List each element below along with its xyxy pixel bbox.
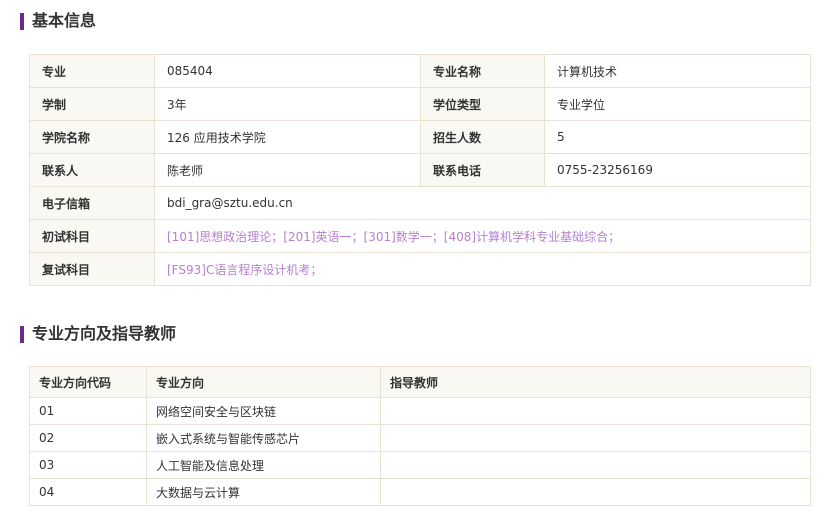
- table-row: 专业 085404 专业名称 计算机技术: [29, 54, 811, 88]
- section-title-text: 专业方向及指导教师: [32, 324, 177, 343]
- label-prelim-subjects: 初试科目: [29, 219, 155, 253]
- table-row: 复试科目 [FS93]C语言程序设计机考；: [29, 252, 811, 286]
- value-phone: 0755-23256169: [544, 153, 811, 187]
- directions-table: 专业方向代码 专业方向 指导教师 01 网络空间安全与区块链 02 嵌入式系统与…: [29, 366, 811, 506]
- section-title-basic-info: 基本信息: [20, 11, 96, 31]
- table-row: 02 嵌入式系统与智能传感芯片: [29, 424, 811, 452]
- prelim-subjects-link[interactable]: [101]思想政治理论；[201]英语一；[301]数学一；[408]计算机学科…: [154, 219, 811, 253]
- label-degree-type: 学位类型: [420, 87, 545, 121]
- table-row: 初试科目 [101]思想政治理论；[201]英语一；[301]数学一；[408]…: [29, 219, 811, 253]
- label-email: 电子信箱: [29, 186, 155, 220]
- value-enrollment: 5: [544, 120, 811, 154]
- table-row: 电子信箱 bdi_gra@sztu.edu.cn: [29, 186, 811, 220]
- direction-name: 嵌入式系统与智能传感芯片: [146, 424, 381, 452]
- direction-advisor: [380, 478, 811, 506]
- table-row: 03 人工智能及信息处理: [29, 451, 811, 479]
- retest-subjects-link[interactable]: [FS93]C语言程序设计机考；: [154, 252, 811, 286]
- label-contact: 联系人: [29, 153, 155, 187]
- label-college: 学院名称: [29, 120, 155, 154]
- section-title-directions: 专业方向及指导教师: [20, 324, 176, 344]
- value-major-code: 085404: [154, 54, 421, 88]
- label-retest-subjects: 复试科目: [29, 252, 155, 286]
- direction-code: 03: [29, 451, 147, 479]
- table-row: 学制 3年 学位类型 专业学位: [29, 87, 811, 121]
- value-contact: 陈老师: [154, 153, 421, 187]
- header-direction-name: 专业方向: [146, 366, 381, 398]
- table-header-row: 专业方向代码 专业方向 指导教师: [29, 366, 811, 398]
- direction-advisor: [380, 424, 811, 452]
- value-email: bdi_gra@sztu.edu.cn: [154, 186, 811, 220]
- header-advisor: 指导教师: [380, 366, 811, 398]
- direction-code: 04: [29, 478, 147, 506]
- title-accent-bar: [20, 12, 24, 30]
- value-duration: 3年: [154, 87, 421, 121]
- value-college: 126 应用技术学院: [154, 120, 421, 154]
- label-duration: 学制: [29, 87, 155, 121]
- direction-code: 01: [29, 397, 147, 425]
- header-direction-code: 专业方向代码: [29, 366, 147, 398]
- page: 基本信息 专业 085404 专业名称 计算机技术 学制 3年 学位类型 专业学…: [0, 0, 834, 518]
- direction-name: 网络空间安全与区块链: [146, 397, 381, 425]
- table-row: 04 大数据与云计算: [29, 478, 811, 506]
- label-phone: 联系电话: [420, 153, 545, 187]
- direction-advisor: [380, 397, 811, 425]
- table-row: 学院名称 126 应用技术学院 招生人数 5: [29, 120, 811, 154]
- label-major-name: 专业名称: [420, 54, 545, 88]
- value-degree-type: 专业学位: [544, 87, 811, 121]
- table-row: 01 网络空间安全与区块链: [29, 397, 811, 425]
- label-major-code: 专业: [29, 54, 155, 88]
- direction-name: 人工智能及信息处理: [146, 451, 381, 479]
- direction-advisor: [380, 451, 811, 479]
- section-title-text: 基本信息: [32, 11, 97, 30]
- basic-info-table: 专业 085404 专业名称 计算机技术 学制 3年 学位类型 专业学位 学院名…: [29, 54, 811, 286]
- table-row: 联系人 陈老师 联系电话 0755-23256169: [29, 153, 811, 187]
- title-accent-bar: [20, 325, 24, 343]
- direction-code: 02: [29, 424, 147, 452]
- value-major-name: 计算机技术: [544, 54, 811, 88]
- label-enrollment: 招生人数: [420, 120, 545, 154]
- direction-name: 大数据与云计算: [146, 478, 381, 506]
